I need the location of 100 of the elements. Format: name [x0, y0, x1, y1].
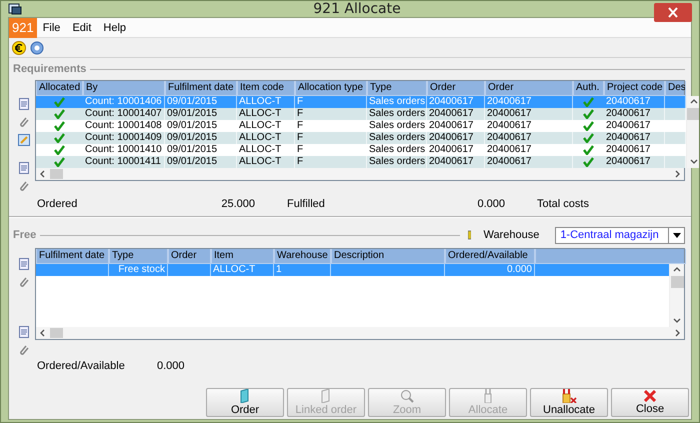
summary-label: Ordered/Available	[37, 360, 126, 372]
menu-item[interactable]: File	[36, 22, 66, 34]
table-cell: 20400617	[606, 120, 650, 132]
table-cell: ALLOC-T	[239, 96, 282, 108]
scroll-thumb[interactable]	[50, 169, 63, 179]
close-icon[interactable]	[654, 3, 692, 22]
euro-coin-icon[interactable]	[12, 40, 26, 54]
table-cell: 20400617	[606, 132, 650, 144]
vertical-scrollbar[interactable]	[686, 96, 699, 168]
table-cell: 09/01/2015	[167, 108, 218, 120]
table-cell: Sales orders	[369, 156, 426, 168]
table-cell: 20400617	[487, 108, 532, 120]
table-cell: Sales orders	[369, 120, 426, 132]
summary-label: Ordered	[37, 198, 78, 210]
table-cell: Count: 10001410	[85, 144, 162, 156]
table-row[interactable]: Count: 10001407 09/01/2015 ALLOC-T F Sales orders 20400617 20400617 20400617	[36, 108, 686, 120]
action-button[interactable]: Order	[206, 388, 284, 417]
section-title: Free	[13, 229, 36, 241]
section-title: Requirements	[13, 63, 86, 75]
app-icon	[8, 3, 22, 15]
table-cell: 20400617	[429, 156, 474, 168]
table-cell: 20400617	[429, 96, 474, 108]
table-cell: 1	[276, 264, 282, 276]
table-cell: ALLOC-T	[239, 132, 282, 144]
edit-icon[interactable]	[18, 134, 30, 146]
table-row[interactable]: Count: 10001409 09/01/2015 ALLOC-T F Sales orders 20400617 20400617 20400617	[36, 132, 686, 144]
table-cell: Sales orders	[369, 108, 426, 120]
book-icon	[321, 389, 331, 403]
table-cell: F	[297, 144, 304, 156]
table-cell: 09/01/2015	[167, 120, 218, 132]
table-cell: Free stock	[118, 264, 165, 276]
book-icon	[240, 389, 250, 403]
table-cell: 09/01/2015	[167, 96, 218, 108]
vertical-scrollbar[interactable]	[669, 264, 684, 327]
scroll-thumb[interactable]	[50, 328, 63, 338]
field-label: Warehouse	[483, 229, 540, 241]
paperclip-icon[interactable]	[19, 344, 29, 356]
summary-value: 0.000	[476, 198, 506, 210]
table-cell: 20400617	[429, 132, 474, 144]
table-cell: F	[297, 120, 304, 132]
action-button[interactable]: Unallocate	[530, 388, 608, 417]
paperclip-icon[interactable]	[19, 116, 29, 128]
table-cell: 09/01/2015	[167, 144, 218, 156]
table-cell: Sales orders	[369, 144, 426, 156]
table-cell: 09/01/2015	[167, 156, 218, 168]
table-cell: 20400617	[487, 96, 532, 108]
table-cell: Count: 10001409	[85, 132, 162, 144]
table-cell: Count: 10001411	[85, 156, 161, 168]
warehouse-icon	[468, 230, 472, 240]
table-cell: 20400617	[487, 120, 532, 132]
table-cell: ALLOC-T	[239, 156, 282, 168]
document-icon[interactable]	[19, 162, 29, 174]
table-cell: ALLOC-T	[239, 120, 282, 132]
summary-value: 25.000	[220, 198, 256, 210]
table-cell: 20400617	[606, 144, 650, 156]
table-cell: Count: 10001407	[85, 108, 162, 120]
table-cell: ALLOC-T	[239, 108, 282, 120]
summary-label: Total costs	[537, 198, 590, 210]
table-cell: 09/01/2015	[167, 132, 218, 144]
help-icon[interactable]	[30, 40, 44, 54]
table-cell: 20400617	[487, 132, 532, 144]
table-cell: Count: 10001408	[85, 120, 162, 132]
table-cell: F	[297, 156, 304, 168]
magnifier-icon	[400, 389, 414, 403]
dropdown-arrow-icon	[672, 232, 680, 238]
table-cell: F	[297, 108, 304, 120]
menu-item[interactable]: Edit	[66, 22, 98, 34]
table-cell: 20400617	[606, 96, 650, 108]
menu-item[interactable]: Help	[97, 22, 132, 34]
scroll-thumb[interactable]	[670, 276, 684, 288]
table-cell: ALLOC-T	[213, 264, 256, 276]
table-cell: 20400617	[606, 108, 650, 120]
table-cell: Sales orders	[369, 96, 426, 108]
horizontal-scrollbar[interactable]	[36, 327, 684, 339]
document-icon[interactable]	[19, 98, 29, 110]
horizontal-scrollbar[interactable]	[36, 168, 684, 180]
action-button[interactable]: Close	[611, 388, 689, 417]
paperclip-icon[interactable]	[19, 276, 29, 288]
table-cell: 20400617	[429, 108, 474, 120]
window-title: 921 Allocate	[313, 1, 401, 17]
document-icon[interactable]	[19, 258, 29, 270]
paperclip-icon[interactable]	[19, 180, 29, 192]
table-row[interactable]: Count: 10001411 09/01/2015 ALLOC-T F Sales orders 20400617 20400617 20400617	[36, 156, 686, 168]
table-cell: Sales orders	[369, 132, 426, 144]
table-cell: 20400617	[487, 144, 532, 156]
summary-value: 0.000	[157, 360, 186, 372]
close-icon	[644, 390, 656, 402]
table-cell: 20400617	[606, 156, 650, 168]
warehouse-dropdown[interactable]: 1-Centraal magazijn	[555, 226, 685, 244]
scroll-thumb[interactable]	[687, 108, 699, 120]
table-cell: ALLOC-T	[239, 144, 282, 156]
table-cell: 20400617	[487, 156, 532, 168]
summary-label: Fulfilled	[287, 198, 326, 210]
document-icon[interactable]	[19, 326, 29, 338]
table-cell: F	[297, 96, 304, 108]
table-cell: F	[297, 132, 304, 144]
table-cell: 0.000	[506, 264, 532, 276]
table-cell: Count: 10001406	[85, 96, 162, 108]
table-cell: 20400617	[429, 120, 474, 132]
allocate-icon	[483, 389, 493, 403]
